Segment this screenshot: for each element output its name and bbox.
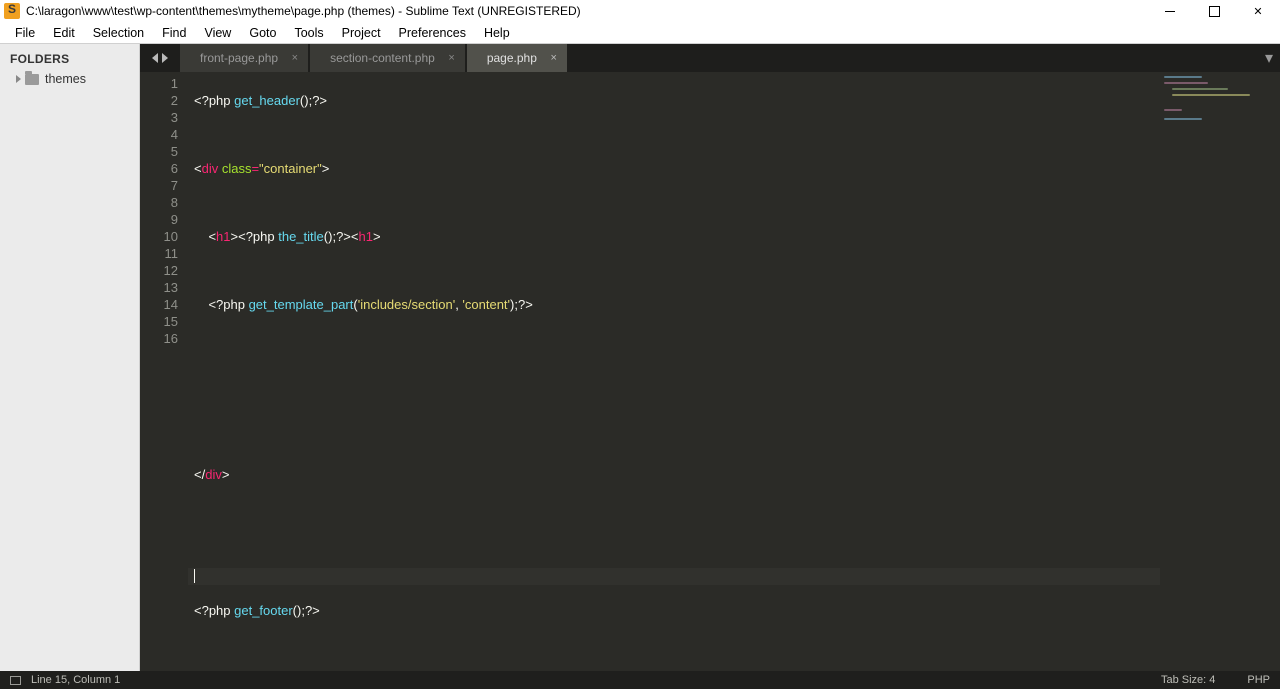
nav-next-icon: [162, 53, 168, 63]
close-button[interactable]: [1236, 0, 1280, 22]
code-content[interactable]: <?php get_header();?> <div class="contai…: [188, 72, 1160, 671]
status-tab-size[interactable]: Tab Size: 4: [1161, 674, 1215, 686]
tab-bar: front-page.php × section-content.php × p…: [140, 44, 1280, 72]
tab-label: front-page.php: [200, 51, 278, 65]
menu-help[interactable]: Help: [475, 24, 519, 42]
sidebar-item-label: themes: [45, 72, 86, 86]
menu-project[interactable]: Project: [333, 24, 390, 42]
tab-close-icon[interactable]: ×: [292, 52, 298, 64]
tab-close-icon[interactable]: ×: [448, 52, 454, 64]
menu-view[interactable]: View: [195, 24, 240, 42]
app-icon: [4, 3, 20, 19]
tab-label: page.php: [487, 51, 537, 65]
menu-preferences[interactable]: Preferences: [390, 24, 475, 42]
tab-front-page[interactable]: front-page.php ×: [180, 44, 308, 72]
tab-section-content[interactable]: section-content.php ×: [310, 44, 465, 72]
title-bar: C:\laragon\www\test\wp-content\themes\my…: [0, 0, 1280, 22]
minimap[interactable]: [1160, 72, 1280, 671]
line-gutter: 12345678910111213141516: [140, 72, 188, 671]
status-position[interactable]: Line 15, Column 1: [31, 674, 120, 686]
text-cursor: [194, 569, 195, 583]
maximize-button[interactable]: [1192, 0, 1236, 22]
panel-switcher-icon[interactable]: [10, 676, 21, 685]
menu-edit[interactable]: Edit: [44, 24, 84, 42]
sidebar: FOLDERS themes: [0, 44, 140, 671]
tab-page[interactable]: page.php ×: [467, 44, 567, 72]
menu-find[interactable]: Find: [153, 24, 195, 42]
tab-overflow-button[interactable]: [1258, 44, 1280, 72]
tab-label: section-content.php: [330, 51, 435, 65]
folder-icon: [25, 74, 39, 85]
menu-tools[interactable]: Tools: [285, 24, 332, 42]
tab-close-icon[interactable]: ×: [550, 52, 556, 64]
folders-header: FOLDERS: [0, 44, 139, 70]
window-title: C:\laragon\www\test\wp-content\themes\my…: [26, 4, 1148, 18]
minimize-button[interactable]: [1148, 0, 1192, 22]
sidebar-item-themes[interactable]: themes: [0, 70, 139, 88]
menu-file[interactable]: File: [6, 24, 44, 42]
menu-selection[interactable]: Selection: [84, 24, 153, 42]
expand-arrow-icon: [16, 75, 21, 83]
menu-goto[interactable]: Goto: [240, 24, 285, 42]
menu-bar: File Edit Selection Find View Goto Tools…: [0, 22, 1280, 44]
tab-nav[interactable]: [140, 44, 180, 72]
status-bar: Line 15, Column 1 Tab Size: 4 PHP: [0, 671, 1280, 689]
editor-area[interactable]: 12345678910111213141516 <?php get_header…: [140, 72, 1280, 671]
nav-prev-icon: [152, 53, 158, 63]
status-language[interactable]: PHP: [1247, 674, 1270, 686]
